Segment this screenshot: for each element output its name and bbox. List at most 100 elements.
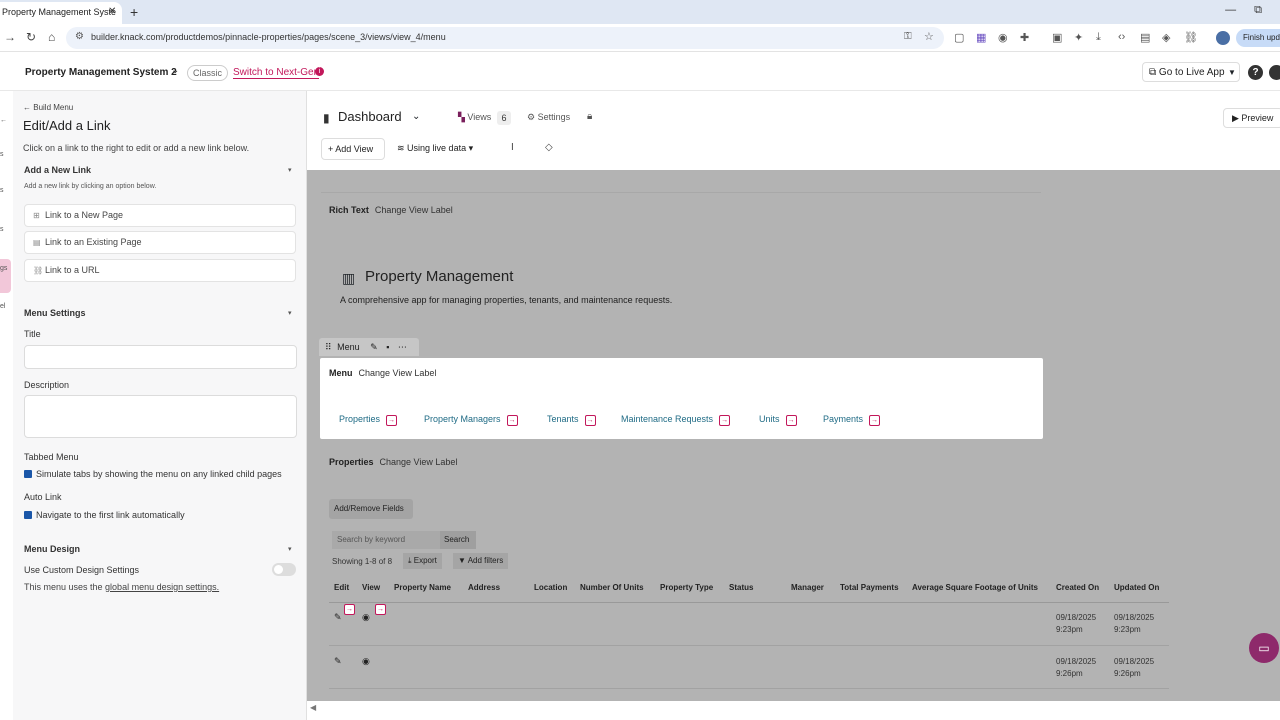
menu-view[interactable]: Menu Change View Label Properties → Proper… (320, 358, 1043, 439)
rail-item[interactable]: ← (0, 117, 7, 124)
menu-link-properties[interactable]: Properties → (339, 414, 398, 426)
rich-text-view-label[interactable]: Rich Text Change View Label (329, 205, 453, 215)
page-title[interactable]: Dashboard (338, 109, 402, 124)
rail-item[interactable]: gs (0, 265, 7, 272)
capture-icon[interactable]: ◈ (1162, 31, 1170, 44)
user-avatar[interactable] (1269, 65, 1280, 80)
column-header[interactable]: Average Square Footage of Units (912, 583, 1038, 592)
tab-close-icon[interactable]: ✕ (108, 6, 116, 17)
column-header[interactable]: Updated On (1114, 583, 1159, 592)
reload-icon[interactable]: ↻ (26, 30, 36, 44)
chat-support-icon[interactable]: ▭ (1249, 633, 1279, 663)
add-view-button[interactable]: + Add View (321, 138, 385, 160)
view-eye-icon[interactable]: ◉ (362, 656, 370, 667)
drag-handle-icon[interactable]: ⠿ (325, 342, 334, 352)
forward-icon[interactable]: → (4, 30, 16, 44)
column-header[interactable]: Status (729, 583, 753, 592)
add-remove-fields-button[interactable]: Add/Remove Fields (329, 499, 413, 519)
download-icon[interactable]: ⤓ (1096, 31, 1101, 44)
link-icon[interactable]: ⛓ (1184, 31, 1198, 44)
edit-icon[interactable]: ✎ (334, 612, 342, 623)
search-input[interactable]: Search by keyword (332, 531, 440, 549)
chevron-down-icon[interactable]: ▼ (1228, 68, 1236, 77)
change-view-label-link[interactable]: Change View Label (380, 457, 458, 467)
column-header[interactable]: View (362, 583, 380, 592)
build-menu-back-link[interactable]: ← Build Menu (23, 103, 73, 112)
views-tab[interactable]: ▚ Views (458, 112, 491, 123)
column-header[interactable]: Created On (1056, 583, 1099, 592)
column-header[interactable]: Number Of Units (580, 583, 644, 592)
new-tab-icon[interactable]: + (130, 4, 138, 20)
trash-icon[interactable]: ▪ (386, 342, 389, 352)
extension-grid-icon[interactable]: ▦ (976, 31, 986, 44)
column-header[interactable]: Property Name (394, 583, 451, 592)
arrow-right-icon[interactable]: → (375, 604, 386, 615)
arrow-right-icon[interactable]: → (344, 604, 355, 615)
add-new-link-header[interactable]: Add a New Link (24, 165, 91, 175)
tag-icon[interactable]: ◇ (545, 142, 553, 153)
more-icon[interactable]: ⋯ (398, 342, 407, 352)
password-key-icon[interactable]: ⚿ (904, 31, 912, 42)
menu-link-maintenance-requests[interactable]: Maintenance Requests → (621, 414, 731, 426)
horizontal-scrollbar[interactable]: ◀ (307, 701, 1280, 720)
url-box[interactable]: ⚙ builder.knack.com/productdemos/pinnacl… (66, 27, 944, 49)
checkbox-checked[interactable] (24, 470, 32, 478)
rail-item[interactable]: s (0, 226, 4, 233)
change-view-label-link[interactable]: Change View Label (375, 205, 453, 215)
menu-link-tenants[interactable]: Tenants → (547, 414, 596, 426)
window-controls[interactable]: —⧉ (1225, 4, 1280, 17)
menu-view-label[interactable]: Menu Change View Label (329, 368, 436, 378)
column-header[interactable]: Location (534, 583, 567, 592)
home-icon[interactable]: ⌂ (48, 30, 55, 44)
browser-tab[interactable]: Property Management Syste (0, 2, 122, 24)
checkbox-checked[interactable] (24, 511, 32, 519)
go-to-live-app-button[interactable]: ⧉ Go to Live App (1142, 62, 1240, 82)
column-header[interactable]: Address (468, 583, 500, 592)
settings-tab[interactable]: ⚙ Settings (527, 112, 570, 123)
description-textarea[interactable] (24, 395, 297, 438)
global-menu-design-link[interactable]: global menu design settings. (105, 582, 219, 592)
edit-icon[interactable]: ✎ (334, 656, 342, 667)
code-icon[interactable]: ‹› (1118, 31, 1125, 43)
menu-link-units[interactable]: Units → (759, 414, 797, 426)
calendar-icon[interactable]: ▤ (1140, 31, 1150, 44)
column-header[interactable]: Total Payments (840, 583, 899, 592)
chevron-down-icon[interactable]: ⌄ (171, 65, 179, 76)
caret-down-icon[interactable]: ▾ (288, 309, 292, 317)
export-button[interactable]: ⤓ Export (403, 553, 442, 569)
title-input[interactable] (24, 345, 297, 369)
rail-item[interactable]: el (0, 303, 5, 310)
auto-link-checkbox[interactable]: Navigate to the first link automatically (24, 510, 185, 520)
preview-button[interactable]: ▶ Preview (1223, 108, 1280, 128)
extension-icon[interactable]: ✦ (1074, 31, 1083, 44)
menu-design-header[interactable]: Menu Design (24, 544, 80, 554)
rail-item[interactable]: s (0, 187, 4, 194)
url-text[interactable]: builder.knack.com/productdemos/pinnacle-… (91, 32, 446, 42)
info-icon[interactable]: i (315, 67, 324, 76)
rich-text-description[interactable]: A comprehensive app for managing propert… (340, 295, 672, 305)
profile-avatar[interactable] (1216, 31, 1230, 45)
column-header[interactable]: Manager (791, 583, 824, 592)
custom-design-toggle[interactable] (272, 563, 296, 576)
menu-link-payments[interactable]: Payments → (823, 414, 881, 426)
menu-link-property-managers[interactable]: Property Managers → (424, 414, 518, 426)
caret-down-icon[interactable]: ▾ (288, 545, 292, 553)
live-data-dropdown[interactable]: ≋ Using live data ▾ (397, 143, 473, 154)
edit-pencil-icon[interactable]: ✎ (370, 342, 378, 352)
rich-text-heading[interactable]: Property Management (365, 268, 513, 285)
link-to-new-page-button[interactable]: ⊞ Link to a New Page (24, 204, 296, 227)
puzzle-icon[interactable]: ✚ (1020, 31, 1029, 44)
screenshot-icon[interactable]: ◉ (998, 31, 1008, 44)
link-to-existing-page-button[interactable]: ▤ Link to an Existing Page (24, 231, 296, 254)
menu-view-toolbar[interactable]: ⠿ Menu ✎ ▪ ⋯ (319, 338, 419, 356)
menu-settings-header[interactable]: Menu Settings (24, 308, 86, 318)
change-view-label-link[interactable]: Change View Label (359, 368, 437, 378)
column-header[interactable]: Edit (334, 583, 349, 592)
search-button[interactable]: Search (440, 531, 476, 549)
chevron-down-icon[interactable]: ⌄ (412, 111, 420, 122)
scroll-left-icon[interactable]: ◀ (310, 703, 316, 712)
tab-search-icon[interactable]: ▣ (1052, 31, 1062, 44)
bookmark-star-icon[interactable]: ☆ (924, 30, 934, 43)
cast-icon[interactable]: ▢ (954, 31, 964, 44)
app-name[interactable]: Property Management System 2 (25, 67, 177, 78)
